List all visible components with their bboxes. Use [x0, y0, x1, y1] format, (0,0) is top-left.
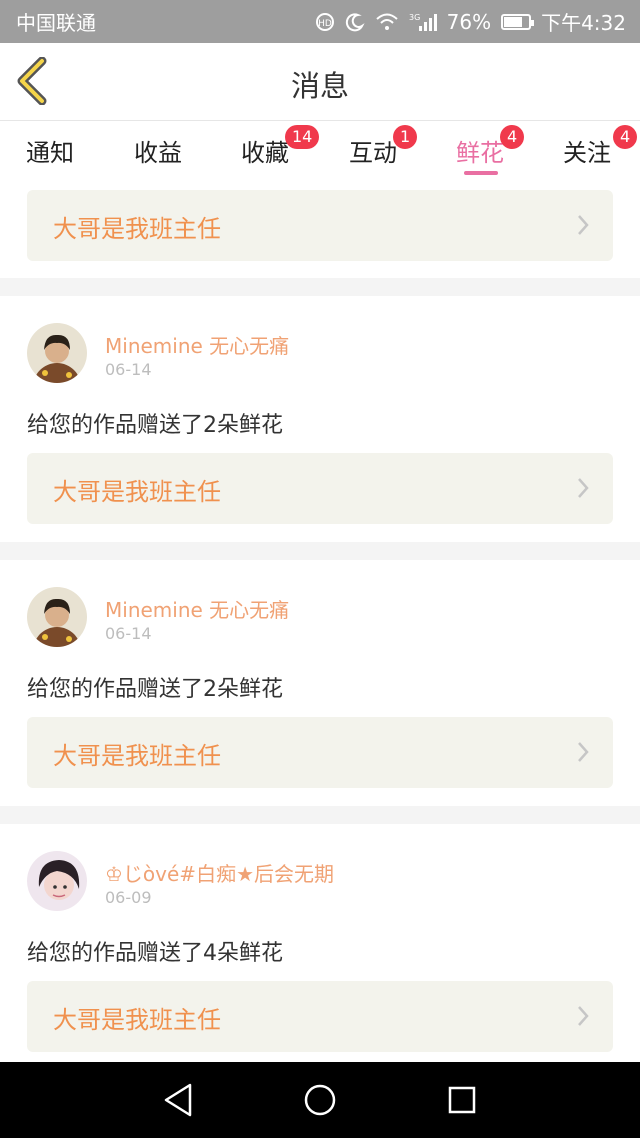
- wifi-icon: [375, 13, 398, 30]
- list-item: Minemine 无心无痛 06-14 给您的作品赠送了2朵鲜花 大哥是我班主任: [0, 296, 640, 542]
- battery-percent: 76%: [446, 9, 492, 34]
- avatar[interactable]: [27, 851, 87, 911]
- sender-name[interactable]: ♔じòvé#白痴★后会无期: [105, 858, 334, 887]
- work-title: 大哥是我班主任: [53, 478, 221, 506]
- tab-flowers[interactable]: 鲜花 4: [456, 125, 525, 168]
- tab-following[interactable]: 关注 4: [563, 125, 638, 168]
- work-link[interactable]: 大哥是我班主任: [27, 981, 613, 1052]
- tab-label: 互动: [349, 139, 397, 167]
- tab-notifications[interactable]: 通知: [26, 133, 74, 168]
- message-text: 给您的作品赠送了2朵鲜花: [27, 413, 283, 438]
- header: 消息: [0, 43, 640, 121]
- tab-earnings[interactable]: 收益: [134, 133, 182, 168]
- sender-name[interactable]: Minemine 无心无痛: [105, 330, 289, 359]
- tab-label: 通知: [26, 139, 74, 167]
- system-nav-bar: [0, 1062, 640, 1138]
- message-date: 06-14: [105, 360, 152, 379]
- message-date: 06-09: [105, 888, 152, 907]
- tab-label: 鲜花: [456, 139, 504, 167]
- chevron-right-icon: [578, 478, 589, 498]
- message-text: 给您的作品赠送了2朵鲜花: [27, 677, 283, 702]
- chevron-right-icon: [578, 1006, 589, 1026]
- circle-home-icon[interactable]: [303, 1082, 337, 1118]
- work-link[interactable]: 大哥是我班主任: [27, 717, 613, 788]
- status-bar: 中国联通 HD 3G 76% 下午4:32: [0, 0, 640, 43]
- clock: 下午4:32: [541, 11, 626, 35]
- list-item: ♔じòvé#白痴★后会无期 06-09 给您的作品赠送了4朵鲜花 大哥是我班主任: [0, 824, 640, 1062]
- chevron-right-icon: [578, 215, 589, 235]
- tab-label: 收藏: [241, 139, 289, 167]
- message-date: 06-14: [105, 624, 152, 643]
- tab-interactions[interactable]: 互动 1: [349, 125, 418, 168]
- avatar[interactable]: [27, 323, 87, 383]
- active-tab-indicator: [464, 171, 498, 175]
- work-link[interactable]: 大哥是我班主任: [27, 453, 613, 524]
- list-item: 大哥是我班主任: [0, 181, 640, 278]
- 3g-signal-icon: 3G: [409, 13, 437, 31]
- message-text: 给您的作品赠送了4朵鲜花: [27, 941, 283, 966]
- page-title: 消息: [290, 69, 349, 103]
- unread-badge: 4: [613, 125, 638, 149]
- svg-text:HD: HD: [318, 19, 332, 29]
- battery-icon: [501, 13, 535, 30]
- unread-badge: 14: [285, 125, 320, 149]
- list-item: Minemine 无心无痛 06-14 给您的作品赠送了2朵鲜花 大哥是我班主任: [0, 560, 640, 806]
- avatar[interactable]: [27, 587, 87, 647]
- triangle-back-icon[interactable]: [162, 1082, 194, 1118]
- sender-name[interactable]: Minemine 无心无痛: [105, 594, 289, 623]
- hd-call-icon: HD: [315, 12, 334, 31]
- svg-text:3G: 3G: [409, 13, 420, 22]
- moon-icon: [345, 12, 365, 31]
- work-title: 大哥是我班主任: [53, 215, 221, 243]
- status-icons: HD 3G 76% 下午4:32: [315, 7, 626, 36]
- tab-favorites[interactable]: 收藏 14: [241, 125, 320, 168]
- tab-label: 关注: [563, 139, 611, 167]
- unread-badge: 1: [393, 125, 418, 149]
- message-list[interactable]: 大哥是我班主任 Minemine 无心无痛 06-14 给您的作品赠送了2朵鲜花…: [0, 181, 640, 1062]
- work-title: 大哥是我班主任: [53, 742, 221, 770]
- chevron-right-icon: [578, 742, 589, 762]
- tab-bar: 通知 收益 收藏 14 互动 1 鲜花 4 关注 4: [0, 121, 640, 181]
- tab-label: 收益: [134, 139, 182, 167]
- work-link[interactable]: 大哥是我班主任: [27, 190, 613, 261]
- carrier-label: 中国联通: [16, 11, 96, 35]
- work-title: 大哥是我班主任: [53, 1006, 221, 1034]
- unread-badge: 4: [500, 125, 525, 149]
- square-recent-icon[interactable]: [447, 1082, 477, 1118]
